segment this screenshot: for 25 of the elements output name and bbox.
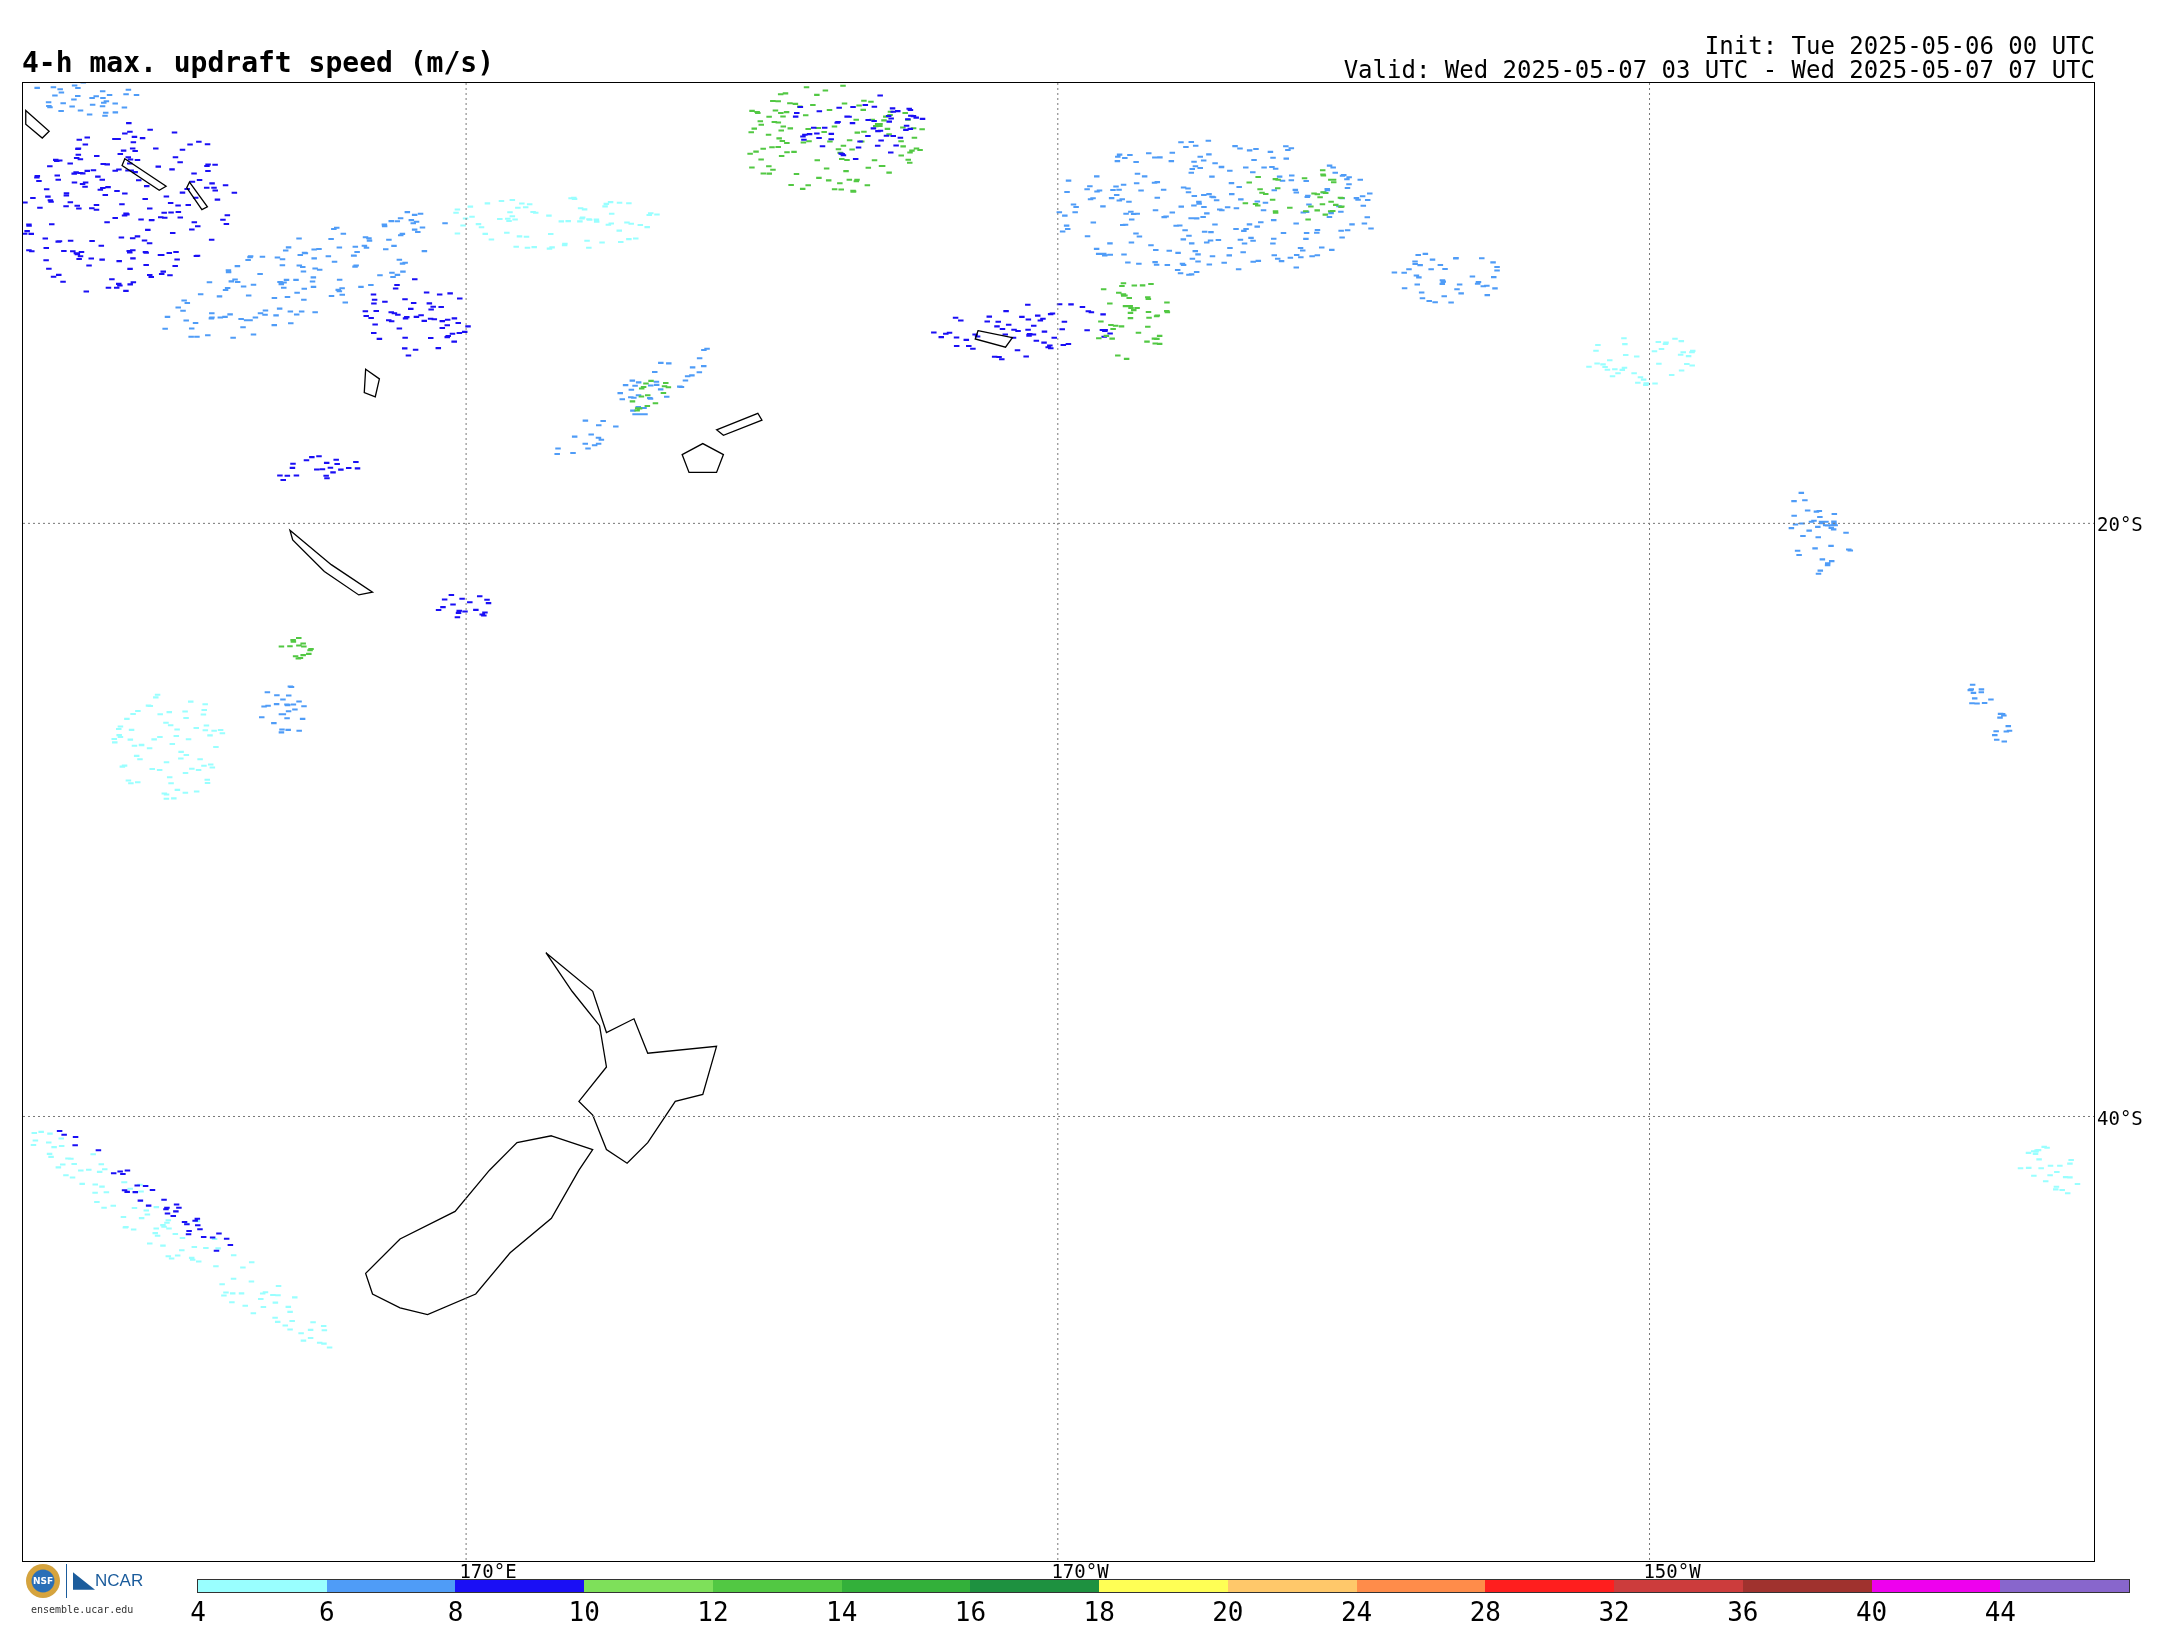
seal-logo: NSF [26,1564,60,1598]
tick-label: 24 [1340,1598,1373,1626]
tick-label: 8 [447,1598,464,1626]
website-address: ensemble.ucar.edu [31,1604,134,1615]
tick-label: 40 [1855,1598,1888,1626]
longitude-label: 170°W [1051,1560,1109,1582]
init-time: Init: Tue 2025-05-06 00 UTC [1704,34,2095,58]
tick-label: 36 [1727,1598,1759,1626]
tick-label: 14 [826,1598,858,1626]
tick-label: 32 [1598,1598,1630,1626]
tick-label: 12 [697,1598,729,1626]
tick-label: 6 [318,1598,335,1626]
tick-label: 10 [568,1598,600,1626]
tick-label: 18 [1083,1598,1115,1626]
tick-label: 44 [1984,1598,2016,1626]
longitude-label: 150°W [1643,1560,1701,1582]
chart-title: 4-h max. updraft speed (m/s) [22,48,494,78]
tick-label: 4 [190,1598,206,1626]
tick-label: 16 [954,1598,987,1626]
triangle-icon [73,1572,95,1590]
longitude-label: 170°E [459,1560,517,1582]
tick-label: 28 [1469,1598,1501,1626]
tick-label: 20 [1212,1598,1244,1626]
valid-time: Valid: Wed 2025-05-07 03 UTC - Wed 2025-05-07 07 UTC [1343,58,2095,82]
logo-text: NCAR [95,1572,144,1590]
